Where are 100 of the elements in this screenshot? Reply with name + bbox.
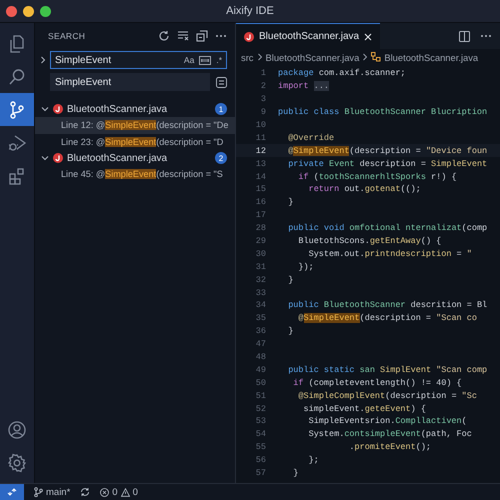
breadcrumb-item[interactable]: src bbox=[241, 52, 254, 62]
warning-icon bbox=[120, 488, 130, 496]
line-number: 56 bbox=[254, 455, 267, 466]
java-file-icon bbox=[53, 104, 63, 114]
chevron-icon bbox=[256, 53, 262, 61]
match-count-badge: 1 bbox=[215, 103, 227, 115]
code-line: @SimpleEvent(description = "Device foun bbox=[287, 146, 488, 156]
line-number: 52 bbox=[254, 404, 267, 414]
code-line: private Event description = SimpleEvent bbox=[287, 158, 488, 169]
whole-word-icon[interactable] bbox=[199, 56, 212, 64]
branch-indicator[interactable]: main* bbox=[34, 486, 70, 498]
symbol-icon bbox=[371, 52, 382, 62]
line-number: 12 bbox=[254, 146, 267, 156]
line-number: 50 bbox=[254, 378, 267, 388]
code-line: } bbox=[287, 197, 294, 208]
line-number: 1 bbox=[260, 68, 267, 78]
chevron-icon[interactable] bbox=[39, 56, 47, 64]
line-number: 51 bbox=[254, 390, 267, 401]
code-line: public class BluetoothScanner Blucription bbox=[278, 107, 488, 118]
code-line: } bbox=[287, 274, 294, 285]
settings-icon bbox=[7, 452, 27, 472]
java-file-icon bbox=[244, 32, 254, 42]
code-line: } bbox=[292, 468, 298, 478]
line-number: 31 bbox=[254, 262, 267, 272]
line-number: 3 bbox=[260, 94, 267, 104]
problems-indicator[interactable]: 0 0 bbox=[100, 486, 138, 498]
code-line: SimpleEventsrion.Compllactiven( bbox=[308, 416, 467, 426]
line-number: 11 bbox=[254, 132, 267, 143]
remote-icon bbox=[7, 487, 17, 497]
code-line: return out.gotenat((); bbox=[308, 184, 421, 194]
close-window-button[interactable] bbox=[6, 6, 17, 16]
sync-icon[interactable] bbox=[80, 487, 90, 497]
collapse-icon[interactable] bbox=[196, 30, 208, 42]
zoom-window-button[interactable] bbox=[40, 6, 51, 16]
line-number: 35 bbox=[254, 313, 267, 324]
code-line: if (toothScannerhltSporks r!) { bbox=[297, 172, 457, 182]
line-number: 32 bbox=[254, 274, 267, 285]
code-line: .promiteEvent(); bbox=[348, 442, 432, 452]
branch-icon bbox=[34, 487, 43, 497]
window-title: Aixify IDE bbox=[226, 5, 274, 17]
code-line: import ... bbox=[278, 81, 330, 92]
clear-icon[interactable] bbox=[177, 30, 189, 42]
breadcrumb-item[interactable]: BluetoothScanner.java bbox=[384, 52, 478, 62]
line-number: 48 bbox=[254, 352, 267, 362]
code-line: package com.axif.scanner; bbox=[278, 68, 406, 78]
line-number: 2 bbox=[260, 81, 267, 92]
refresh-icon[interactable] bbox=[158, 30, 170, 42]
chevron-icon bbox=[362, 53, 368, 61]
chevron-icon[interactable] bbox=[41, 105, 49, 113]
line-number: 14 bbox=[254, 172, 267, 182]
code-line: }); bbox=[297, 262, 314, 272]
search-icon bbox=[7, 66, 27, 86]
line-number: 47 bbox=[254, 339, 267, 350]
line-number: 17 bbox=[254, 210, 267, 220]
match-count-badge: 2 bbox=[215, 152, 227, 164]
close-icon[interactable] bbox=[364, 32, 372, 40]
line-number: 53 bbox=[254, 416, 267, 426]
line-number: 34 bbox=[254, 300, 267, 310]
more-icon[interactable] bbox=[480, 34, 492, 38]
line-number: 15 bbox=[254, 184, 267, 194]
code-line: BluetothScons.getEntAway() { bbox=[297, 236, 442, 246]
code-line: @Override bbox=[287, 132, 334, 143]
line-number: 28 bbox=[254, 223, 267, 234]
search-option-toggle[interactable]: .* bbox=[216, 55, 222, 65]
line-number: 10 bbox=[254, 120, 267, 130]
result-file-row[interactable]: BluetoothScanner.java 1 bbox=[35, 101, 235, 117]
search-option-toggle[interactable]: Aa bbox=[184, 55, 194, 65]
account-icon bbox=[7, 420, 27, 440]
panel-title: SEARCH bbox=[48, 31, 86, 41]
code-line: if (completeventlength() != 40) { bbox=[292, 378, 462, 388]
line-number: 54 bbox=[254, 429, 267, 440]
line-number: 36 bbox=[254, 326, 267, 336]
code-line: @SimpleComplEvent(description = "Sc bbox=[297, 390, 477, 401]
line-number: 9 bbox=[260, 107, 267, 118]
minimize-window-button[interactable] bbox=[23, 6, 34, 16]
breadcrumb-item[interactable]: BluetoothScanner.java bbox=[266, 52, 360, 62]
error-icon bbox=[100, 488, 110, 496]
java-file-icon bbox=[53, 153, 63, 163]
line-number: 55 bbox=[254, 442, 267, 452]
code-line: public void omfotional nternalizat(comp bbox=[287, 223, 488, 234]
run-debug-icon bbox=[7, 132, 27, 152]
code-line: simpleEvent.geteEvent) { bbox=[302, 404, 426, 414]
chevron-icon[interactable] bbox=[41, 154, 49, 162]
line-number: 57 bbox=[254, 468, 267, 478]
remote-button[interactable] bbox=[0, 484, 24, 500]
replace-all-icon[interactable] bbox=[216, 76, 227, 88]
more-icon[interactable] bbox=[215, 34, 227, 38]
replace-field[interactable]: SimpleEvent bbox=[50, 73, 210, 91]
line-number: 29 bbox=[254, 236, 267, 246]
split-editor-icon[interactable] bbox=[459, 30, 470, 42]
line-number: 16 bbox=[254, 197, 267, 208]
editor-tab[interactable]: BluetoothScanner.java bbox=[236, 23, 380, 49]
code-line: public BluetoothScanner descrition = Bl bbox=[287, 300, 488, 310]
result-file-row[interactable]: BluetoothScanner.java 2 bbox=[35, 150, 235, 166]
code-line: }; bbox=[308, 455, 319, 466]
search-field[interactable]: SimpleEvent Aa .* bbox=[50, 51, 227, 69]
code-line: System.out.printndescription = " bbox=[308, 248, 472, 259]
code-line: System.contsimpleEvent(path, Foc bbox=[308, 429, 472, 440]
line-number: 30 bbox=[254, 248, 267, 259]
source-control-activity-button[interactable] bbox=[0, 93, 34, 126]
